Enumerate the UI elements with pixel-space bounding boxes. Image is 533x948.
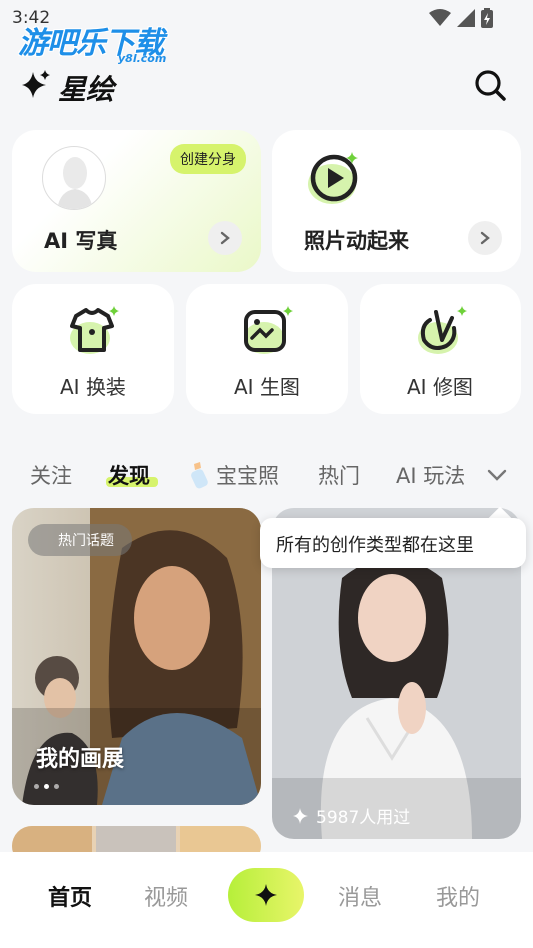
photo-animate-card[interactable]: 照片动起来 [272, 130, 521, 272]
ai-outfit-label: AI 换装 [60, 375, 126, 399]
app-header: 星绘 [0, 60, 533, 110]
bottom-nav: 首页 视频 消息 我的 [0, 852, 533, 948]
avatar [42, 146, 106, 210]
tab-trending[interactable]: 热门 [318, 460, 360, 490]
carousel-dots [34, 784, 59, 789]
create-avatar-badge[interactable]: 创建分身 [170, 144, 246, 174]
nav-me[interactable]: 我的 [436, 880, 480, 912]
sparkle-icon [255, 884, 277, 906]
feed-card-gallery[interactable]: 热门话题 我的画展 [12, 508, 261, 805]
carousel-dot [54, 784, 59, 789]
sparkle-icon [293, 807, 308, 824]
ai-portrait-label: AI 写真 [44, 229, 118, 253]
create-button[interactable] [228, 868, 304, 922]
tab-following[interactable]: 关注 [30, 460, 72, 490]
status-icons [429, 8, 493, 28]
baby-bottle-icon [191, 462, 208, 489]
image-generate-icon [244, 306, 293, 354]
signal-icon [457, 9, 475, 27]
chevron-right-icon [480, 231, 490, 245]
used-count-text: 5987人用过 [316, 808, 411, 828]
app-title: 星绘 [58, 73, 115, 106]
nav-home[interactable]: 首页 [48, 880, 92, 912]
ai-portrait-arrow-button[interactable] [208, 221, 242, 255]
chevron-down-icon[interactable] [486, 468, 508, 482]
wifi-icon [429, 9, 451, 26]
mannequin-icon [57, 157, 93, 209]
battery-icon [481, 8, 493, 28]
search-icon[interactable] [473, 68, 507, 102]
play-animate-icon [308, 152, 358, 204]
feed-title: 我的画展 [36, 747, 125, 772]
chevron-right-icon [220, 231, 230, 245]
tab-discover[interactable]: 发现 [108, 460, 150, 490]
carousel-dot [34, 784, 39, 789]
shirt-icon [70, 306, 119, 354]
carousel-dot-active [44, 784, 49, 789]
category-tabs: 关注 发现 宝宝照 热门 AI 玩法 [0, 450, 533, 500]
ai-retouch-label: AI 修图 [407, 375, 473, 399]
ai-portrait-card[interactable]: 创建分身 AI 写真 [12, 130, 261, 272]
ai-generate-label: AI 生图 [234, 375, 300, 399]
hot-topic-tag: 热门话题 [28, 524, 132, 556]
ai-outfit-card[interactable]: AI 换装 [12, 284, 174, 414]
nav-video[interactable]: 视频 [144, 880, 188, 912]
site-watermark: 游吧乐下载 y8l.com [18, 18, 166, 65]
used-count: 5987人用过 [292, 803, 410, 828]
ai-retouch-card[interactable]: AI 修图 [360, 284, 521, 414]
category-tooltip[interactable]: 所有的创作类型都在这里 [260, 518, 526, 568]
retouch-icon [418, 306, 467, 354]
tab-ai-play[interactable]: AI 玩法 [396, 460, 465, 490]
nav-messages[interactable]: 消息 [338, 880, 382, 912]
tab-baby-photo[interactable]: 宝宝照 [216, 460, 279, 490]
ai-generate-card[interactable]: AI 生图 [186, 284, 348, 414]
sparkle-logo-icon [22, 70, 50, 98]
photo-animate-label: 照片动起来 [304, 229, 409, 253]
photo-animate-arrow-button[interactable] [468, 221, 502, 255]
